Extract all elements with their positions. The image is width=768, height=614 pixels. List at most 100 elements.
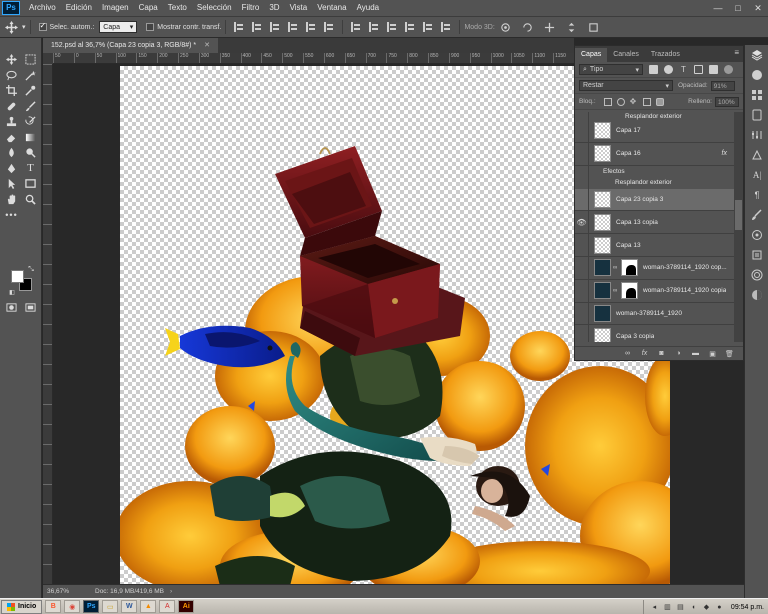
pan-3d-icon[interactable]	[542, 19, 558, 35]
more-tools-icon[interactable]: •••	[2, 207, 21, 223]
explorer-app-icon[interactable]: ▭	[102, 600, 119, 613]
close-button[interactable]: ✕	[748, 0, 768, 16]
mask-icon[interactable]: ◙	[656, 349, 667, 358]
document-info[interactable]: Doc: 16,9 MB/419,6 MB	[85, 588, 164, 595]
filter-pixel-icon[interactable]	[649, 65, 658, 74]
gradient-tool-icon[interactable]	[21, 130, 40, 146]
layers-panel-icon[interactable]	[745, 45, 768, 65]
acrobat-app-icon[interactable]: A	[159, 600, 176, 613]
lock-all-icon[interactable]	[655, 97, 664, 106]
blur-tool-icon[interactable]	[2, 145, 21, 161]
zoom-level[interactable]: 36,67%	[43, 588, 85, 595]
close-tab-icon[interactable]: ✕	[204, 42, 210, 49]
align-top-icon[interactable]	[234, 22, 244, 32]
paragraph-panel-icon[interactable]: ¶	[745, 185, 768, 205]
menu-texto[interactable]: Texto	[163, 0, 192, 16]
move-tool-icon[interactable]	[2, 52, 21, 68]
slide-3d-icon[interactable]	[564, 19, 580, 35]
menu-capa[interactable]: Capa	[134, 0, 163, 16]
lock-artboard-icon[interactable]	[642, 97, 651, 106]
layer-row[interactable]: Capa 17	[575, 120, 735, 143]
photoshop-app-icon[interactable]: Ps	[83, 600, 100, 613]
preset-dropdown-arrow[interactable]: ▾	[22, 23, 26, 31]
layer-mask-thumbnail[interactable]	[621, 259, 638, 277]
filter-kind-dropdown[interactable]: ⌕ Tipo ▾	[579, 64, 643, 75]
align-vertical-center-icon[interactable]	[252, 22, 262, 32]
align-right-icon[interactable]	[324, 22, 334, 32]
fx-badge[interactable]: fx	[722, 150, 727, 157]
history-panel-icon[interactable]	[745, 245, 768, 265]
fx-icon[interactable]: fx	[639, 349, 650, 358]
properties-panel-icon[interactable]	[745, 265, 768, 285]
adjustment-icon[interactable]: ◑	[673, 349, 684, 358]
pen-tool-icon[interactable]	[2, 161, 21, 177]
visibility-toggle[interactable]	[575, 256, 589, 279]
history-brush-tool-icon[interactable]	[21, 114, 40, 130]
menu-seleccion[interactable]: Selección	[192, 0, 237, 16]
layer-row[interactable]: Capa 3 copia	[575, 325, 735, 342]
eraser-tool-icon[interactable]	[2, 130, 21, 146]
layer-row-selected[interactable]: Capa 23 copia 3	[575, 188, 735, 212]
clone-stamp-tool-icon[interactable]	[2, 114, 21, 130]
chrome-app-icon[interactable]: ◉	[64, 600, 81, 613]
auto-select-dropdown[interactable]: Capa ▾	[99, 21, 138, 33]
distribute-center-icon[interactable]	[369, 22, 379, 32]
screen-mode-icon[interactable]	[24, 301, 37, 313]
menu-vista[interactable]: Vista	[285, 0, 313, 16]
layer-row[interactable]: Capa 13	[575, 234, 735, 257]
link-icon[interactable]: ∞	[622, 349, 633, 358]
filter-adjustment-icon[interactable]	[664, 65, 673, 74]
layer-mask-thumbnail[interactable]	[621, 282, 638, 300]
menu-imagen[interactable]: Imagen	[97, 0, 134, 16]
dodge-tool-icon[interactable]	[21, 145, 40, 161]
menu-ventana[interactable]: Ventana	[312, 0, 351, 16]
filter-smart-object-icon[interactable]	[709, 65, 718, 74]
zoom-tool-icon[interactable]	[21, 192, 40, 208]
document-tab[interactable]: 152.psd al 36,7% (Capa 23 copia 3, RGB/8…	[43, 38, 218, 53]
trash-icon[interactable]: 🗑	[724, 349, 735, 358]
menu-ayuda[interactable]: Ayuda	[352, 0, 385, 16]
visibility-toggle[interactable]	[575, 234, 589, 256]
security-icon[interactable]: ◆	[702, 603, 711, 612]
brush-tool-icon[interactable]	[21, 99, 40, 115]
network-icon[interactable]: ▥	[663, 603, 672, 612]
menu-edicion[interactable]: Edición	[61, 0, 97, 16]
filter-shape-icon[interactable]	[694, 65, 703, 74]
auto-select-checkbox[interactable]	[38, 21, 47, 31]
visibility-toggle[interactable]	[575, 120, 589, 142]
system-clock[interactable]: 09:54 p.m.	[731, 604, 764, 611]
eye-icon[interactable]: 👁	[575, 211, 589, 234]
swap-colors-icon[interactable]: ⤡	[27, 266, 35, 274]
swatches-panel-icon[interactable]	[745, 85, 768, 105]
styles-panel-icon[interactable]	[745, 145, 768, 165]
distribute-hcenter-icon[interactable]	[423, 22, 433, 32]
path-selection-tool-icon[interactable]	[2, 176, 21, 192]
layers-scrollbar[interactable]	[734, 112, 743, 342]
lock-pixels-icon[interactable]	[616, 97, 625, 106]
orbit-3d-icon[interactable]	[498, 19, 514, 35]
marquee-tool-icon[interactable]	[21, 52, 40, 68]
fill-input[interactable]: 100%	[715, 96, 739, 107]
menu-archivo[interactable]: Archivo	[24, 0, 61, 16]
distribute-top-icon[interactable]	[351, 22, 361, 32]
layer-row[interactable]: 👁 Capa 13 copia	[575, 211, 735, 235]
effects-row[interactable]: Efectos	[575, 165, 735, 178]
filter-toggle-icon[interactable]	[724, 65, 733, 74]
filter-type-icon[interactable]: T	[679, 65, 688, 74]
default-colors-icon[interactable]: ◧	[8, 288, 16, 296]
show-transform-checkbox[interactable]	[146, 23, 155, 31]
type-tool-icon[interactable]: T	[21, 161, 40, 177]
roll-3d-icon[interactable]	[520, 19, 536, 35]
vertical-ruler[interactable]	[43, 64, 53, 584]
distribute-bottom-icon[interactable]	[387, 22, 397, 32]
scale-3d-icon[interactable]	[586, 19, 602, 35]
panel-menu-icon[interactable]: ≡	[734, 48, 739, 57]
tab-capas[interactable]: Capas	[575, 48, 608, 62]
layer-row[interactable]: ∞ woman-3789114_1920 cop...	[575, 256, 735, 280]
crop-tool-icon[interactable]	[2, 83, 21, 99]
menu-filtro[interactable]: Filtro	[237, 0, 265, 16]
opacity-input[interactable]: 91%	[710, 80, 735, 91]
maximize-button[interactable]: □	[728, 0, 748, 16]
layer-row[interactable]: Capa 16 fx	[575, 142, 735, 166]
clone-source-panel-icon[interactable]	[745, 225, 768, 245]
